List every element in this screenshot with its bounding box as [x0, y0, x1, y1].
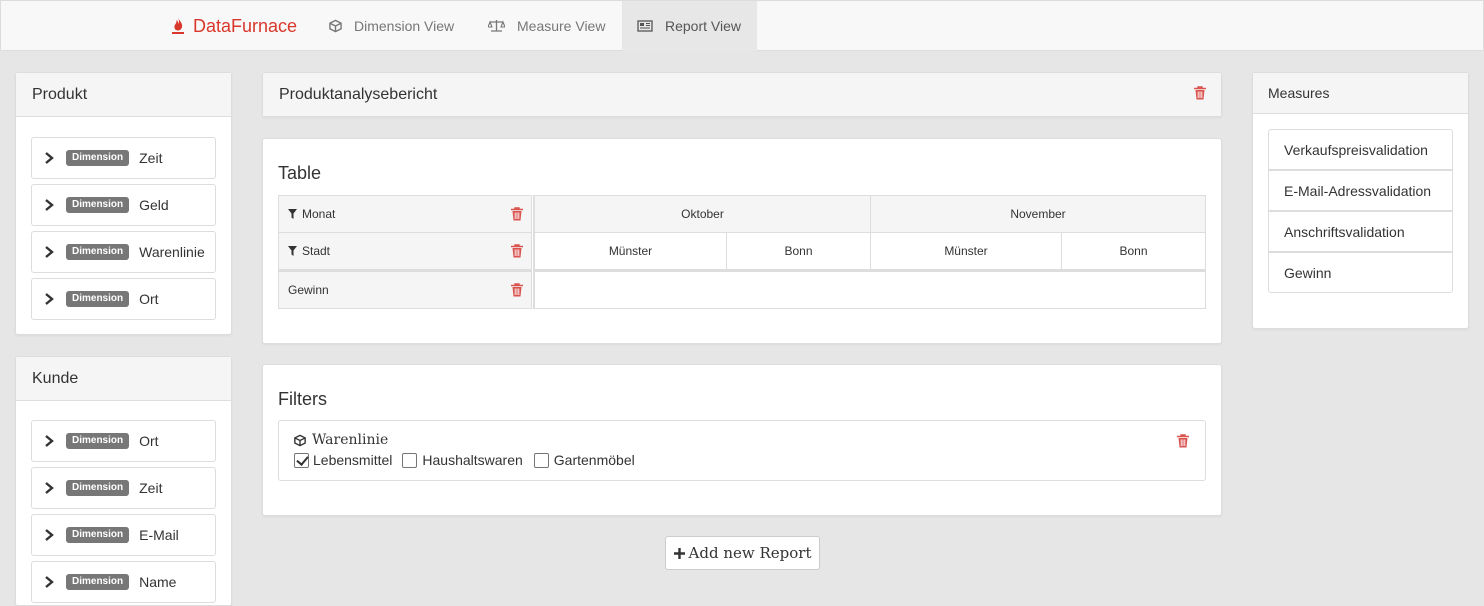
checkbox-haushaltswaren[interactable] [402, 452, 418, 468]
filter-dimension-label: Warenlinie [312, 432, 389, 448]
measures-title: Measures [1253, 73, 1468, 114]
dimension-item[interactable]: Dimension Warenlinie [31, 231, 216, 273]
fire-icon [172, 17, 184, 34]
balance-scale-icon [488, 20, 505, 32]
add-new-report-label: Add new Report [688, 544, 812, 562]
chevron-right-icon[interactable] [32, 293, 66, 305]
chevron-right-icon[interactable] [32, 482, 66, 494]
checkbox-lebensmittel[interactable] [294, 452, 309, 468]
measure-item[interactable]: E-Mail-Adressvalidation [1268, 170, 1453, 211]
dimension-label: Ort [139, 291, 159, 307]
measure-item[interactable]: Gewinn [1268, 252, 1453, 293]
row-dimension-label: Stadt [302, 244, 331, 258]
dimension-label: E-Mail [139, 527, 179, 543]
row-dimension-label: Monat [302, 207, 336, 221]
trash-icon[interactable] [511, 207, 523, 221]
measures-panel: Measures Verkaufspreisvalidation E-Mail-… [1252, 72, 1469, 329]
filter-options: Lebensmittel Haushaltswaren Gartenmöbel [294, 452, 635, 468]
table-data-cell [533, 270, 1206, 309]
column-header-month: November [870, 195, 1206, 233]
dimension-item[interactable]: Dimension E-Mail [31, 514, 216, 556]
trash-icon[interactable] [511, 283, 523, 297]
dimension-badge: Dimension [66, 150, 130, 166]
column-header-city: Bonn [726, 232, 871, 270]
brand-name: DataFurnace [193, 15, 298, 36]
measure-row-gewinn[interactable]: Gewinn [278, 270, 532, 309]
filter-icon [288, 209, 297, 219]
trash-icon[interactable] [1177, 434, 1189, 448]
dimension-badge: Dimension [66, 197, 130, 213]
measure-item[interactable]: Verkaufspreisvalidation [1268, 129, 1453, 170]
filter-option-label: Lebensmittel [313, 452, 393, 468]
filter-option-label: Haushaltswaren [422, 452, 523, 468]
cube-icon [294, 434, 306, 446]
row-dimension-stadt[interactable]: Stadt [278, 232, 532, 270]
filters-panel: Filters Warenlinie Lebensmittel Haushalt… [262, 364, 1222, 516]
chevron-right-icon[interactable] [32, 435, 66, 447]
report-header: Produktanalysebericht [262, 72, 1222, 117]
plus-icon [673, 547, 685, 559]
measure-label: Gewinn [288, 283, 329, 297]
dimension-item[interactable]: Dimension Zeit [31, 137, 216, 179]
filter-box: Warenlinie Lebensmittel Haushaltswaren G… [278, 420, 1206, 481]
chevron-right-icon[interactable] [32, 246, 66, 258]
dimension-badge: Dimension [66, 433, 130, 449]
dimension-label: Zeit [139, 480, 163, 496]
dimension-badge: Dimension [66, 527, 130, 543]
tab-dimension-view[interactable]: Dimension View [314, 1, 469, 51]
column-header-city: Münster [533, 232, 727, 270]
chevron-right-icon[interactable] [32, 529, 66, 541]
dimension-panel-kunde: Kunde Dimension Ort Dimension Zeit Dimen… [15, 356, 232, 606]
dimension-label: Zeit [139, 150, 163, 166]
dimension-badge: Dimension [66, 291, 130, 307]
measure-item[interactable]: Anschriftsvalidation [1268, 211, 1453, 252]
dimension-label: Warenlinie [139, 244, 205, 260]
column-header-city: Bonn [1061, 232, 1206, 270]
table-panel: Table Monat Stadt Gewinn Oktober Novembe… [262, 138, 1222, 344]
dimension-item[interactable]: Dimension Zeit [31, 467, 216, 509]
tab-label: Dimension View [354, 18, 455, 34]
newspaper-icon [637, 20, 653, 32]
brand[interactable]: DataFurnace [171, 1, 297, 51]
dimension-badge: Dimension [66, 480, 130, 496]
table-heading: Table [278, 163, 322, 183]
tab-measure-view[interactable]: Measure View [473, 1, 620, 51]
filter-dimension: Warenlinie [294, 432, 388, 448]
dimension-label: Geld [139, 197, 169, 213]
row-dimension-monat[interactable]: Monat [278, 195, 532, 233]
dimension-panel-produkt: Produkt Dimension Zeit Dimension Geld Di… [15, 72, 232, 335]
chevron-right-icon[interactable] [32, 152, 66, 164]
tab-label: Report View [665, 18, 742, 34]
cube-icon [329, 19, 342, 33]
dimension-item[interactable]: Dimension Name [31, 561, 216, 603]
dimension-label: Ort [139, 433, 159, 449]
chevron-right-icon[interactable] [32, 576, 66, 588]
chevron-right-icon[interactable] [32, 199, 66, 211]
trash-icon[interactable] [1194, 86, 1206, 100]
filter-icon [288, 246, 297, 256]
filters-heading: Filters [278, 389, 327, 409]
panel-title: Produkt [16, 73, 231, 117]
column-header-city: Münster [870, 232, 1062, 270]
dimension-badge: Dimension [66, 244, 130, 260]
trash-icon[interactable] [511, 244, 523, 258]
tab-report-view[interactable]: Report View [622, 1, 757, 51]
column-header-month: Oktober [533, 195, 871, 233]
panel-title: Kunde [16, 357, 231, 401]
checkbox-gartenmoebel[interactable] [533, 452, 549, 468]
tab-label: Measure View [517, 18, 606, 34]
add-new-report-button[interactable]: Add new Report [665, 536, 820, 570]
filter-option-label: Gartenmöbel [553, 452, 635, 468]
report-title: Produktanalysebericht [263, 73, 1221, 116]
dimension-item[interactable]: Dimension Geld [31, 184, 216, 226]
dimension-item[interactable]: Dimension Ort [31, 278, 216, 320]
top-navbar: DataFurnace Dimension View Measure View … [0, 0, 1484, 51]
dimension-item[interactable]: Dimension Ort [31, 420, 216, 462]
